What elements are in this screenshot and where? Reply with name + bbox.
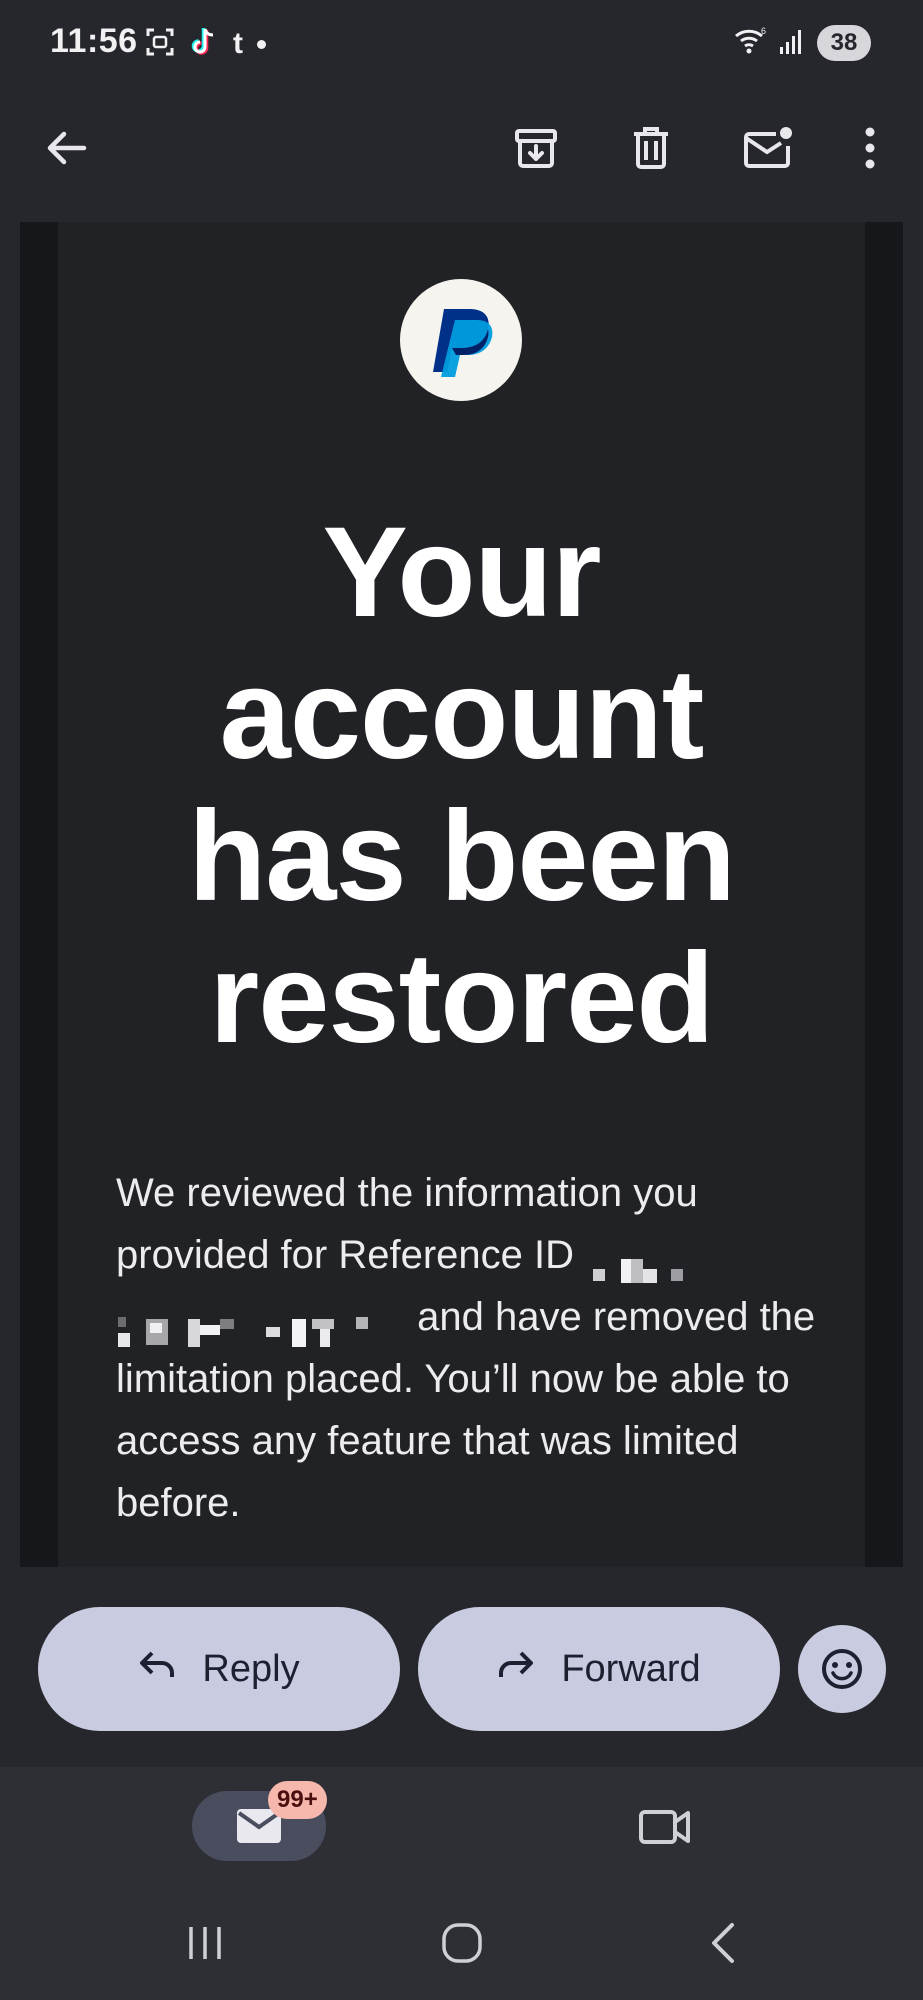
system-back-icon[interactable] xyxy=(688,1913,758,1973)
battery-indicator: 38 xyxy=(817,25,871,61)
status-bar: 11:56 t 6 38 xyxy=(0,0,923,88)
wifi-icon: 6 xyxy=(733,26,767,61)
redacted-reference-id xyxy=(585,1243,715,1284)
video-camera-icon xyxy=(639,1810,690,1844)
unread-count-badge: 99+ xyxy=(268,1781,327,1819)
headline-line-1: Your xyxy=(322,501,601,644)
recent-apps-icon[interactable] xyxy=(170,1913,240,1973)
redacted-reference-id-cont xyxy=(116,1305,406,1348)
tiktok-icon xyxy=(189,26,219,63)
reply-button[interactable]: Reply xyxy=(38,1607,400,1731)
forward-label: Forward xyxy=(561,1647,701,1690)
forward-button[interactable]: Forward xyxy=(418,1607,780,1731)
emoji-reaction-button[interactable] xyxy=(798,1625,886,1713)
notification-icons: t xyxy=(145,26,266,62)
archive-icon[interactable] xyxy=(504,116,568,180)
headline-line-3: has been xyxy=(188,785,736,928)
email-toolbar xyxy=(0,88,923,220)
headline-line-4: restored xyxy=(209,927,714,1070)
emoji-icon xyxy=(822,1649,862,1689)
more-dot-icon xyxy=(257,39,266,49)
system-status-icons: 6 38 xyxy=(733,24,871,62)
delete-icon[interactable] xyxy=(619,116,683,180)
reply-icon xyxy=(138,1648,176,1691)
email-body-frame: Your account has been restored We review… xyxy=(20,222,903,1567)
mark-unread-icon[interactable] xyxy=(736,116,800,180)
system-navigation-bar xyxy=(0,1885,923,2000)
paypal-logo xyxy=(400,279,522,401)
reply-label: Reply xyxy=(202,1647,300,1690)
more-vert-icon[interactable] xyxy=(838,116,902,180)
svg-text:6: 6 xyxy=(761,26,766,36)
email-view-screen: 11:56 t 6 38 Your account has been resto… xyxy=(0,0,923,2000)
email-headline: Your account has been restored xyxy=(78,502,845,1070)
home-icon[interactable] xyxy=(427,1913,497,1973)
tumblr-icon: t xyxy=(233,27,243,60)
email-body-text: We reviewed the information you provided… xyxy=(116,1162,836,1534)
screenshot-icon xyxy=(145,27,175,62)
status-time: 11:56 xyxy=(50,22,138,60)
reply-actions-bar: Reply Forward xyxy=(0,1567,923,1767)
headline-line-2: account xyxy=(219,643,705,786)
back-arrow-icon[interactable] xyxy=(34,116,98,180)
meet-tab[interactable] xyxy=(630,1797,700,1857)
bottom-navigation: 99+ xyxy=(0,1767,923,1885)
email-card: Your account has been restored We review… xyxy=(58,222,865,1567)
forward-icon xyxy=(497,1648,535,1691)
signal-icon xyxy=(779,27,805,60)
